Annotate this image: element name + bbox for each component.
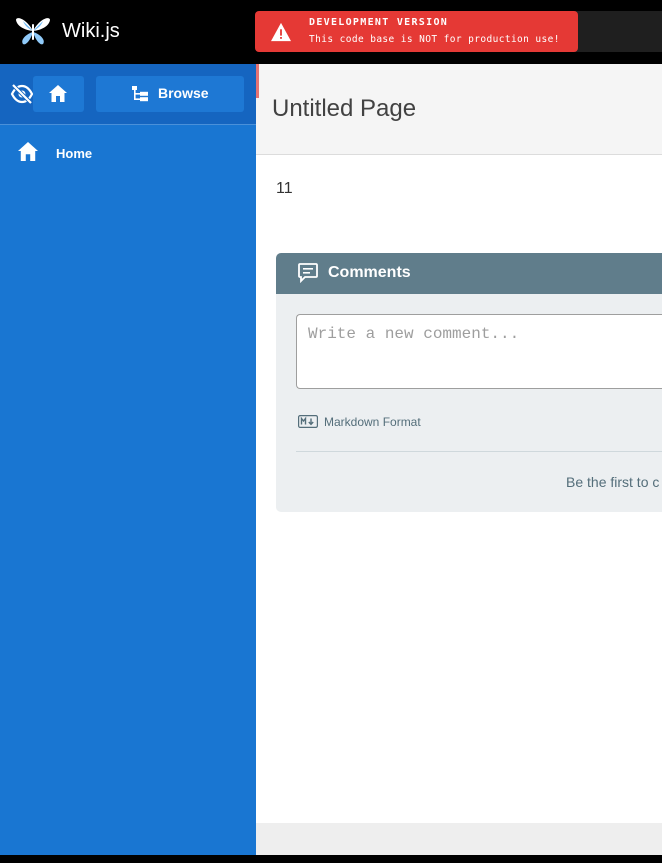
comment-icon xyxy=(298,263,318,283)
eye-off-icon[interactable] xyxy=(10,83,34,105)
dev-banner-message: This code base is NOT for production use… xyxy=(309,34,560,45)
dev-version-banner: DEVELOPMENT VERSION This code base is NO… xyxy=(255,11,578,52)
sidebar-item-label: Home xyxy=(56,146,93,161)
main-content: Untitled Page 11 Comments Markdown Forma… xyxy=(256,64,662,855)
page-title: Untitled Page xyxy=(272,95,417,122)
page-footer xyxy=(256,823,662,855)
warning-icon xyxy=(271,22,291,42)
comments-empty-text: Be the first to c xyxy=(566,474,660,490)
sitemap-icon xyxy=(132,86,148,102)
dev-banner-title: DEVELOPMENT VERSION xyxy=(309,17,449,28)
sidebar: Browse Home xyxy=(0,64,256,855)
home-icon xyxy=(49,85,67,102)
comments-title: Comments xyxy=(328,264,411,281)
header-accent xyxy=(256,64,259,98)
home-icon xyxy=(18,142,38,161)
page-header: Untitled Page xyxy=(256,64,662,155)
comments-header: Comments xyxy=(276,253,662,294)
comments-divider xyxy=(296,451,662,452)
sidebar-item-home[interactable]: Home xyxy=(0,140,256,164)
markdown-format-label: Markdown Format xyxy=(324,415,421,429)
sidebar-nav-row: Browse xyxy=(0,64,256,125)
wikijs-logo-icon[interactable] xyxy=(14,14,52,48)
comments-panel: Comments Markdown Format Be the first to… xyxy=(276,253,662,512)
browse-label: Browse xyxy=(158,85,209,101)
browse-button[interactable]: Browse xyxy=(96,76,244,112)
markdown-icon xyxy=(298,415,318,428)
home-button[interactable] xyxy=(33,76,84,112)
app-brand[interactable]: Wiki.js xyxy=(62,20,120,43)
comment-input[interactable] xyxy=(296,314,662,389)
top-bar: Wiki.js DEVELOPMENT VERSION This code ba… xyxy=(0,0,662,64)
page-content: 11 xyxy=(276,180,293,197)
